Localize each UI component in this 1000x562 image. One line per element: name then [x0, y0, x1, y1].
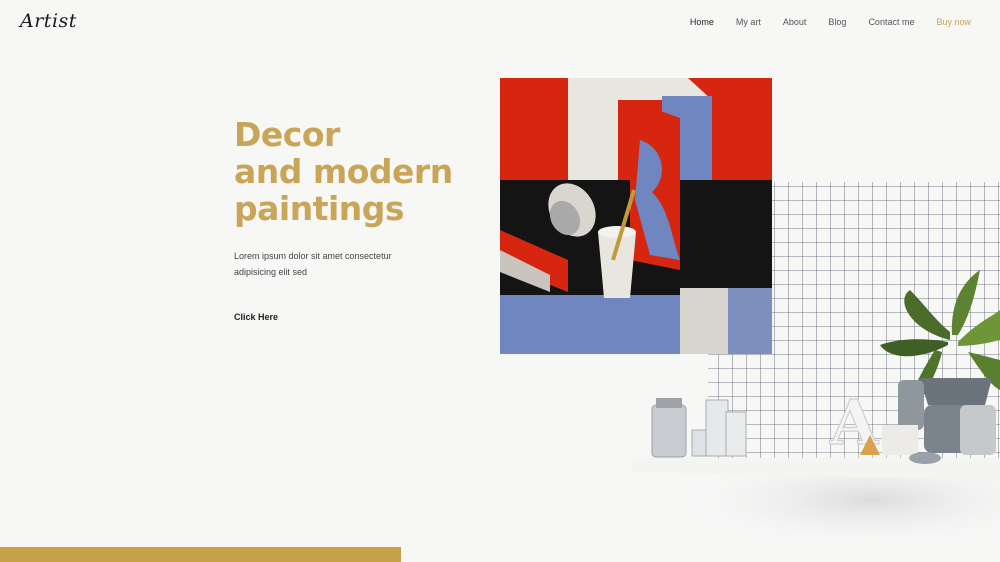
nav-contact[interactable]: Contact me [868, 17, 914, 27]
nav-home[interactable]: Home [690, 17, 714, 27]
hero-title-line-2: and modern [234, 152, 453, 191]
hero-image: A [500, 78, 1000, 550]
nav-blog[interactable]: Blog [828, 17, 846, 27]
nav-about[interactable]: About [783, 17, 807, 27]
hero-description: Lorem ipsum dolor sit amet consectetur a… [234, 251, 392, 277]
nav-my-art[interactable]: My art [736, 17, 761, 27]
hero-title-line-1: Decor [234, 115, 340, 154]
painting [500, 78, 772, 354]
nav-buy-now[interactable]: Buy now [936, 17, 971, 27]
hero-title: Decor and modern paintings [234, 116, 453, 227]
click-here-button[interactable]: Click Here [234, 312, 278, 322]
accent-bar [0, 547, 401, 562]
hero-title-line-3: paintings [234, 189, 405, 228]
site-logo[interactable]: Artist [20, 10, 77, 32]
main-nav: Home My art About Blog Contact me Buy no… [690, 17, 971, 27]
